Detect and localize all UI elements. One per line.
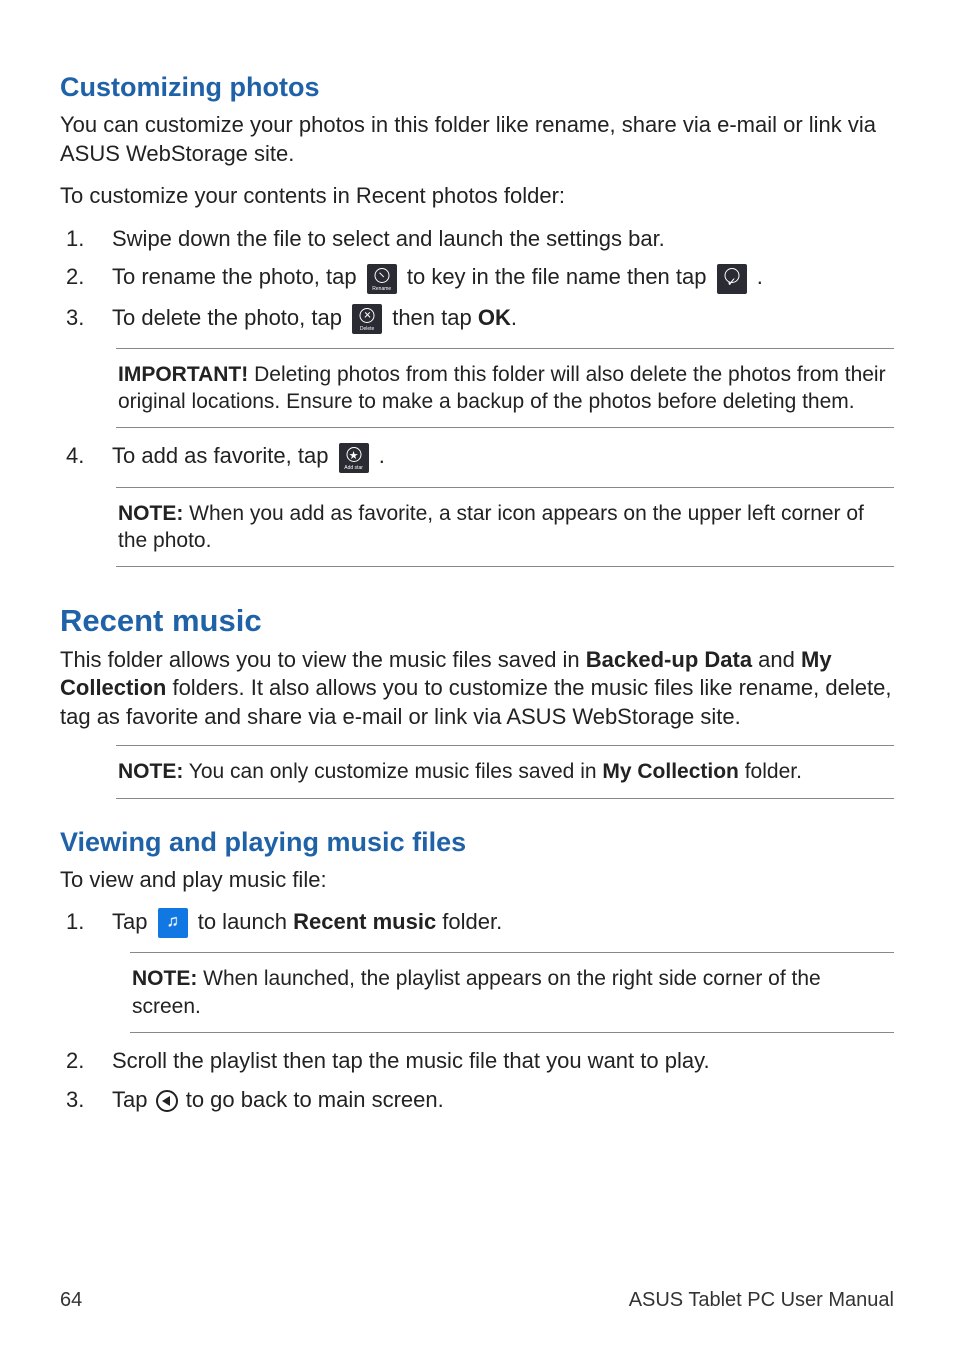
- text: and: [752, 647, 801, 672]
- text: folder.: [436, 909, 502, 934]
- steps-viewing: 1. Tap to launch Recent music folder.: [60, 908, 894, 938]
- text: .: [379, 443, 385, 468]
- lead-customizing: To customize your contents in Recent pho…: [60, 182, 894, 211]
- page-footer: 64 ASUS Tablet PC User Manual: [60, 1287, 894, 1313]
- step-2-music: 2. Scroll the playlist then tap the musi…: [60, 1047, 894, 1076]
- bold-text: My Collection: [602, 760, 739, 783]
- step-body: Scroll the playlist then tap the music f…: [112, 1047, 894, 1076]
- steps-customizing-cont: 4. To add as favorite, tap Add star .: [60, 442, 894, 472]
- text: folders. It also allows you to customize…: [60, 675, 891, 729]
- step-body: Swipe down the file to select and launch…: [112, 225, 894, 254]
- back-icon[interactable]: [156, 1090, 178, 1112]
- important-box: IMPORTANT! Deleting photos from this fol…: [116, 348, 894, 429]
- rename-icon[interactable]: Rename: [367, 264, 397, 294]
- note-favorite: NOTE: When you add as favorite, a star i…: [116, 487, 894, 568]
- note-lead: NOTE:: [132, 967, 197, 990]
- step-body: Tap to go back to main screen.: [112, 1086, 894, 1115]
- text: to launch: [198, 909, 293, 934]
- icon-label: Rename: [367, 286, 397, 293]
- text: to key in the file name then tap: [407, 264, 713, 289]
- manual-title: ASUS Tablet PC User Manual: [629, 1287, 894, 1313]
- icon-label: Delete: [352, 326, 382, 333]
- text: Tap: [112, 1087, 154, 1112]
- step-body: To delete the photo, tap Delete then tap…: [112, 304, 894, 334]
- steps-customizing: 1. Swipe down the file to select and lau…: [60, 225, 894, 334]
- step-4: 4. To add as favorite, tap Add star .: [60, 442, 894, 472]
- add-star-icon[interactable]: Add star: [339, 443, 369, 473]
- step-number: 2.: [60, 263, 84, 293]
- step-number: 2.: [60, 1047, 84, 1076]
- step-3: 3. To delete the photo, tap Delete then …: [60, 304, 894, 334]
- heading-recent-music: Recent music: [60, 601, 894, 641]
- steps-viewing-cont: 2. Scroll the playlist then tap the musi…: [60, 1047, 894, 1114]
- step-1-music: 1. Tap to launch Recent music folder.: [60, 908, 894, 938]
- note-lead: NOTE:: [118, 502, 183, 525]
- text: You can only customize music files saved…: [183, 760, 602, 783]
- note-my-collection: NOTE: You can only customize music files…: [116, 745, 894, 798]
- text: to go back to main screen.: [186, 1087, 444, 1112]
- step-3-music: 3. Tap to go back to main screen.: [60, 1086, 894, 1115]
- text: then tap: [392, 305, 478, 330]
- note-lead: NOTE:: [118, 760, 183, 783]
- step-number: 3.: [60, 1086, 84, 1115]
- confirm-icon[interactable]: [717, 264, 747, 294]
- lead-viewing-music: To view and play music file:: [60, 866, 894, 895]
- bold-text: Backed-up Data: [586, 647, 752, 672]
- delete-icon[interactable]: Delete: [352, 304, 382, 334]
- page-number: 64: [60, 1287, 82, 1313]
- text: .: [757, 264, 763, 289]
- text: Tap: [112, 909, 154, 934]
- intro-customizing: You can customize your photos in this fo…: [60, 111, 894, 168]
- text: .: [511, 305, 517, 330]
- step-body: To rename the photo, tap Rename to key i…: [112, 263, 894, 293]
- step-2: 2. To rename the photo, tap Rename to ke…: [60, 263, 894, 293]
- icon-label: Add star: [339, 465, 369, 472]
- text: This folder allows you to view the music…: [60, 647, 586, 672]
- text: To delete the photo, tap: [112, 305, 348, 330]
- heading-viewing-music: Viewing and playing music files: [60, 825, 894, 860]
- step-number: 1.: [60, 908, 84, 938]
- note-body: When launched, the playlist appears on t…: [132, 967, 821, 1017]
- important-lead: IMPORTANT!: [118, 363, 248, 386]
- step-body: To add as favorite, tap Add star .: [112, 442, 894, 472]
- step-number: 3.: [60, 304, 84, 334]
- music-folder-icon[interactable]: [158, 908, 188, 938]
- text: folder.: [739, 760, 802, 783]
- note-body: When you add as favorite, a star icon ap…: [118, 502, 864, 552]
- bold-text: Recent music: [293, 909, 436, 934]
- step-number: 4.: [60, 442, 84, 472]
- intro-recent-music: This folder allows you to view the music…: [60, 646, 894, 732]
- step-number: 1.: [60, 225, 84, 254]
- heading-customizing-photos: Customizing photos: [60, 70, 894, 105]
- step-1: 1. Swipe down the file to select and lau…: [60, 225, 894, 254]
- note-playlist: NOTE: When launched, the playlist appear…: [130, 952, 894, 1033]
- text: To add as favorite, tap: [112, 443, 335, 468]
- step-body: Tap to launch Recent music folder.: [112, 908, 894, 938]
- text: To rename the photo, tap: [112, 264, 363, 289]
- ok-label: OK: [478, 305, 511, 330]
